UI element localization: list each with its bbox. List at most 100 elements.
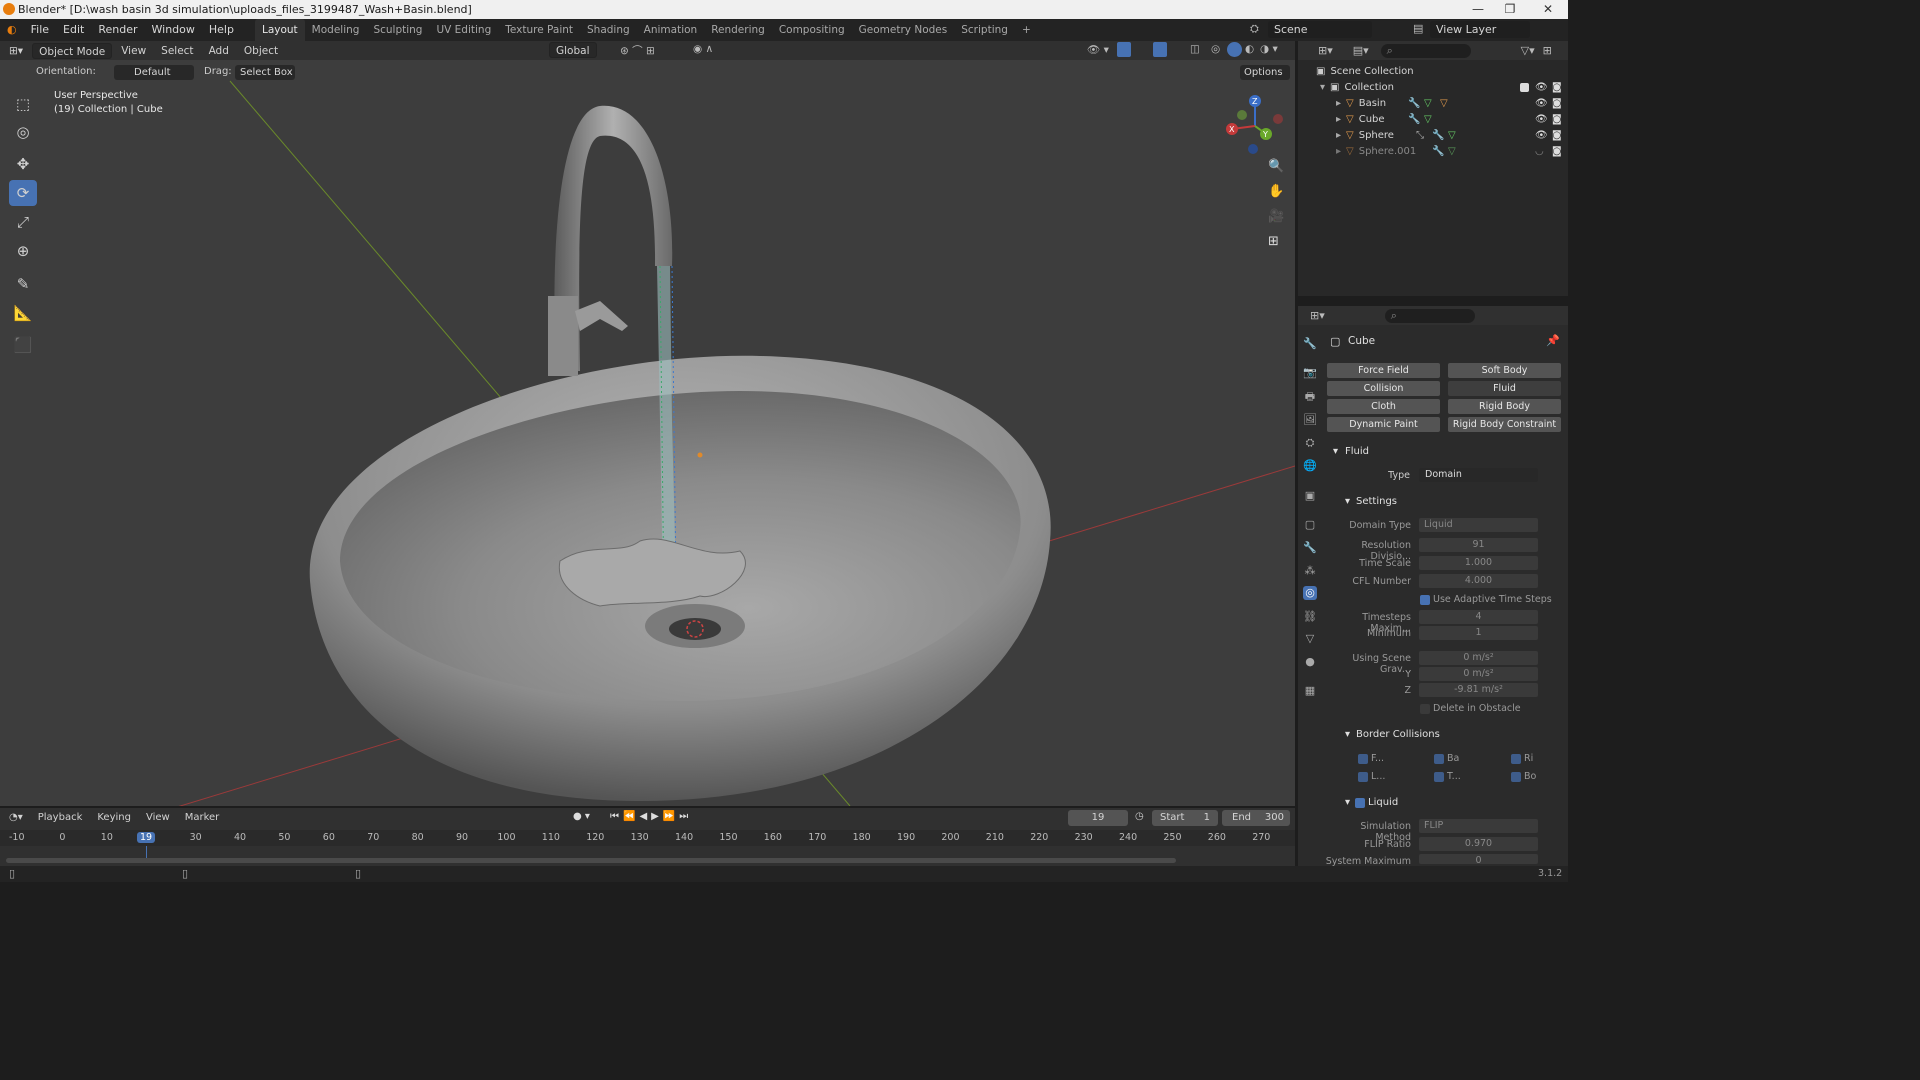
navigation-gizmo[interactable]: Z X Y	[1220, 91, 1290, 161]
close-button[interactable]: ✕	[1530, 0, 1566, 19]
dynamic-paint-button[interactable]: Dynamic Paint	[1327, 417, 1440, 432]
menu-edit[interactable]: Edit	[56, 19, 91, 41]
pan-hand-icon[interactable]: ✋	[1268, 184, 1284, 199]
eye-icon[interactable]: 👁	[1535, 80, 1548, 96]
tab-texture-paint[interactable]: Texture Paint	[498, 19, 580, 41]
eye-icon[interactable]: 👁	[1535, 128, 1548, 144]
border-back-checkbox[interactable]	[1434, 754, 1444, 764]
timeline-scrollbar[interactable]	[6, 858, 1176, 863]
tab-modeling[interactable]: Modeling	[305, 19, 367, 41]
record-icon[interactable]: ● ▾	[573, 811, 590, 822]
rigid-body-constraint-button[interactable]: Rigid Body Constraint	[1448, 417, 1561, 432]
scene-tab-icon[interactable]: ⛭	[1303, 436, 1317, 450]
timeline-editor-icon[interactable]: ◔▾	[3, 810, 29, 826]
eye-icon[interactable]: 👁	[1535, 112, 1548, 128]
output-tab-icon[interactable]: 🖶	[1303, 390, 1317, 404]
scene-icon[interactable]: ⛭	[1250, 22, 1259, 36]
settings-section-title[interactable]: Settings	[1356, 496, 1397, 507]
render-camera-icon[interactable]: ◙	[1552, 144, 1562, 160]
annotate-tool[interactable]: ✎	[9, 271, 37, 297]
border-left-checkbox[interactable]	[1358, 772, 1368, 782]
constraints-tab-icon[interactable]: ⛓	[1303, 610, 1317, 624]
view-menu[interactable]: View	[140, 810, 176, 826]
system-maximum-field[interactable]: 0	[1419, 854, 1538, 864]
expand-arrow-icon[interactable]: ▸	[1336, 128, 1341, 144]
fluid-button[interactable]: Fluid	[1448, 381, 1561, 396]
gravity-z-field[interactable]: -9.81 m/s²	[1419, 683, 1538, 697]
clock-icon[interactable]: ◷	[1135, 811, 1144, 822]
3d-viewport[interactable]: ⊞▾ Object Mode View Select Add Object Gl…	[0, 41, 1295, 806]
measure-tool[interactable]: 📐	[9, 300, 37, 326]
cursor-tool[interactable]: ◎	[9, 119, 37, 145]
modifier-wrench-icon[interactable]: 🔧	[1432, 144, 1444, 160]
border-front-checkbox[interactable]	[1358, 754, 1368, 764]
border-collisions-arrow-icon[interactable]: ▾	[1345, 729, 1350, 740]
view-layer-tab-icon[interactable]: 🖼	[1303, 413, 1317, 427]
mesh-data-icon[interactable]: ▽	[1448, 128, 1456, 144]
render-camera-icon[interactable]: ◙	[1552, 96, 1562, 112]
tree-item-sphere[interactable]: ▸ ▽ Sphere ⤡ 🔧 ▽ 👁 ◙	[1298, 128, 1568, 144]
simulation-method-select[interactable]: FLIP	[1419, 819, 1538, 833]
view-layer-selector[interactable]: View Layer	[1430, 21, 1530, 38]
render-tab-icon[interactable]: 📷	[1303, 366, 1317, 380]
fluid-panel-title[interactable]: Fluid	[1345, 446, 1369, 457]
mesh-data-icon[interactable]: ▽	[1424, 96, 1432, 112]
menu-render[interactable]: Render	[91, 19, 144, 41]
view-layer-icon[interactable]: ▤	[1413, 22, 1423, 35]
tab-layout[interactable]: Layout	[254, 19, 305, 41]
blender-menu-icon[interactable]: ◐	[0, 19, 24, 41]
tree-collection[interactable]: ▾ ▣ Collection 👁 ◙	[1298, 80, 1568, 96]
fluid-panel-arrow-icon[interactable]: ▾	[1333, 446, 1338, 457]
tab-compositing[interactable]: Compositing	[772, 19, 852, 41]
material-icon[interactable]: ▽	[1440, 96, 1448, 112]
constraint-icon[interactable]: ⤡	[1416, 128, 1424, 144]
collision-button[interactable]: Collision	[1327, 381, 1440, 396]
tab-animation[interactable]: Animation	[637, 19, 705, 41]
border-top-checkbox[interactable]	[1434, 772, 1444, 782]
pin-icon[interactable]: 📌	[1546, 334, 1560, 347]
playback-menu[interactable]: Playback	[32, 810, 89, 826]
border-right-checkbox[interactable]	[1511, 754, 1521, 764]
tree-scene-collection[interactable]: ▣ Scene Collection	[1298, 64, 1568, 80]
adaptive-timesteps-checkbox[interactable]	[1420, 595, 1430, 605]
menu-window[interactable]: Window	[145, 19, 202, 41]
outliner-search-input[interactable]: ⌕	[1380, 43, 1471, 58]
tab-uv-editing[interactable]: UV Editing	[429, 19, 498, 41]
render-camera-icon[interactable]: ◙	[1552, 112, 1562, 128]
settings-arrow-icon[interactable]: ▾	[1345, 496, 1350, 507]
keying-menu[interactable]: Keying	[91, 810, 137, 826]
liquid-checkbox[interactable]	[1355, 798, 1365, 808]
expand-arrow-icon[interactable]: ▸	[1336, 112, 1341, 128]
exclude-checkbox[interactable]	[1520, 83, 1529, 92]
expand-arrow-icon[interactable]: ▾	[1320, 80, 1325, 96]
filter-icon[interactable]: ▽▾	[1521, 44, 1535, 57]
playback-controls-icon[interactable]: ⏮⏪◀▶⏩⏭	[610, 811, 692, 822]
fluid-type-select[interactable]: Domain	[1419, 468, 1538, 482]
gravity-x-field[interactable]: 0 m/s²	[1419, 651, 1538, 665]
end-frame-field[interactable]: End 300	[1222, 810, 1290, 826]
liquid-arrow-icon[interactable]: ▾	[1345, 797, 1350, 808]
outliner-editor-icon[interactable]: ⊞▾	[1318, 44, 1333, 57]
frame-ruler[interactable]: -10 0 10 19 30 40 50 60 70 80 90 100 110 120 130 140 150…	[0, 830, 1295, 846]
modifier-wrench-icon[interactable]: 🔧	[1408, 96, 1420, 112]
collection-tab-icon[interactable]: ▣	[1303, 489, 1317, 503]
render-camera-icon[interactable]: ◙	[1552, 128, 1562, 144]
eye-closed-icon[interactable]: ◡	[1535, 144, 1544, 160]
resolution-field[interactable]: 91	[1419, 538, 1538, 552]
timesteps-min-field[interactable]: 1	[1419, 626, 1538, 640]
zoom-icon[interactable]: 🔍	[1268, 159, 1284, 174]
tab-shading[interactable]: Shading	[580, 19, 637, 41]
rigid-body-button[interactable]: Rigid Body	[1448, 399, 1561, 414]
properties-search-input[interactable]: ⌕	[1384, 308, 1475, 323]
ortho-grid-icon[interactable]: ⊞	[1268, 234, 1279, 249]
tool-tab-icon[interactable]: 🔧	[1303, 337, 1317, 351]
scale-tool[interactable]: ⤢	[9, 209, 37, 235]
cloth-button[interactable]: Cloth	[1327, 399, 1440, 414]
eye-icon[interactable]: 👁	[1535, 96, 1548, 112]
menu-file[interactable]: File	[24, 19, 56, 41]
scene-selector[interactable]: Scene	[1268, 21, 1372, 38]
material-tab-icon[interactable]: ●	[1303, 655, 1317, 669]
object-tab-icon[interactable]: ▢	[1303, 518, 1317, 532]
gravity-y-field[interactable]: 0 m/s²	[1419, 667, 1538, 681]
tree-item-basin[interactable]: ▸ ▽ Basin 🔧 ▽ ▽ 👁 ◙	[1298, 96, 1568, 112]
